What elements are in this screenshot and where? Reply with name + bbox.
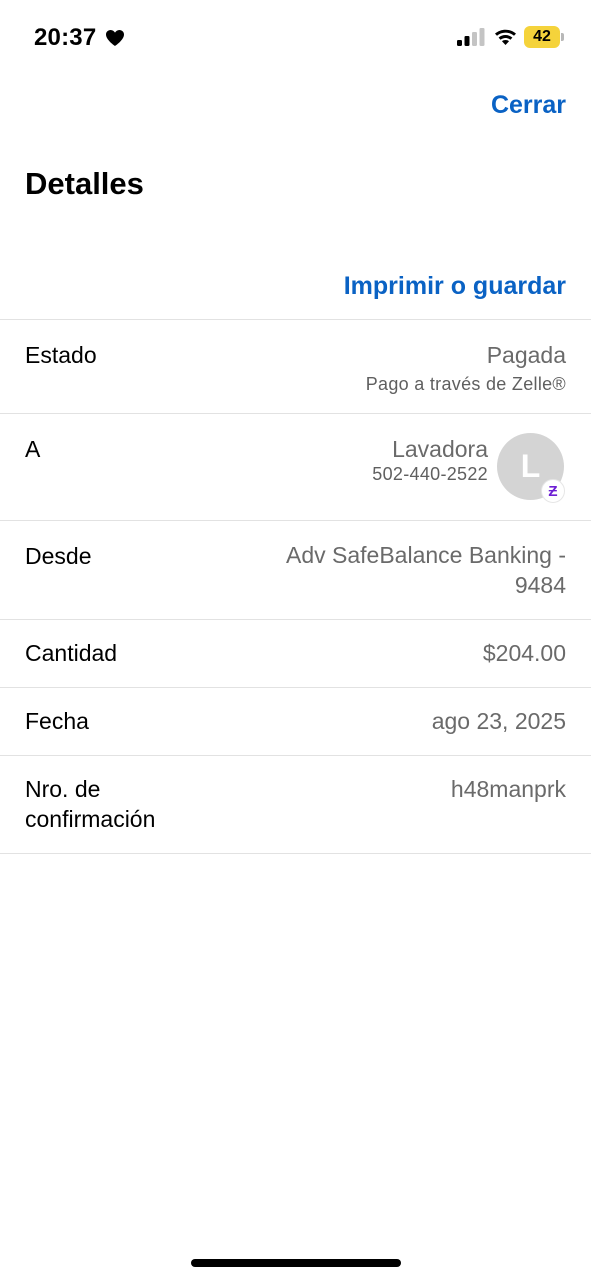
recipient-name: Lavadora [392,436,488,462]
signal-icon [457,28,485,46]
from-label: Desde [25,543,92,569]
row-confirmation: Nro. de confirmación h48manprk [0,756,591,853]
status-value: Pagada [486,342,566,368]
divider [0,853,591,854]
date-value: ago 23, 2025 [431,708,566,734]
amount-label: Cantidad [25,640,118,666]
status-label: Estado [25,342,97,368]
confirmation-number: h48manprk [450,776,566,802]
recipient-phone: 502-440-2522 [372,464,488,484]
home-indicator[interactable] [191,1259,401,1267]
heart-icon [106,30,124,46]
row-recipient: A Lavadora 502-440-2522 L Ƶ [0,414,591,520]
battery-level: 42 [524,26,560,48]
close-button[interactable]: Cerrar [491,91,566,120]
row-from: Desde Adv SafeBalance Banking - 9484 [0,521,591,619]
row-amount: Cantidad $204.00 [0,620,591,687]
confirmation-label: Nro. de confirmación [25,776,156,832]
row-status: Estado Pagada Pago a través de Zelle® [0,320,591,413]
payment-details-screen: 20:37 42 Cerrar Detalles Imprimir o guar… [0,0,591,1280]
recipient-label: A [25,436,41,462]
status-subtext: Pago a través de Zelle® [365,374,566,394]
from-account: Adv SafeBalance Banking - 9484 [285,542,566,598]
details-list: Estado Pagada Pago a través de Zelle® A … [0,319,591,854]
status-bar: 20:37 42 [0,0,591,76]
status-time: 20:37 [34,24,97,51]
wifi-icon [495,29,516,45]
date-label: Fecha [25,708,89,734]
amount-value: $204.00 [482,640,566,666]
zelle-icon: Ƶ [541,479,565,503]
row-date: Fecha ago 23, 2025 [0,688,591,755]
print-or-save-button[interactable]: Imprimir o guardar [344,272,566,301]
battery-icon: 42 [524,26,564,48]
page-title: Detalles [25,166,144,201]
